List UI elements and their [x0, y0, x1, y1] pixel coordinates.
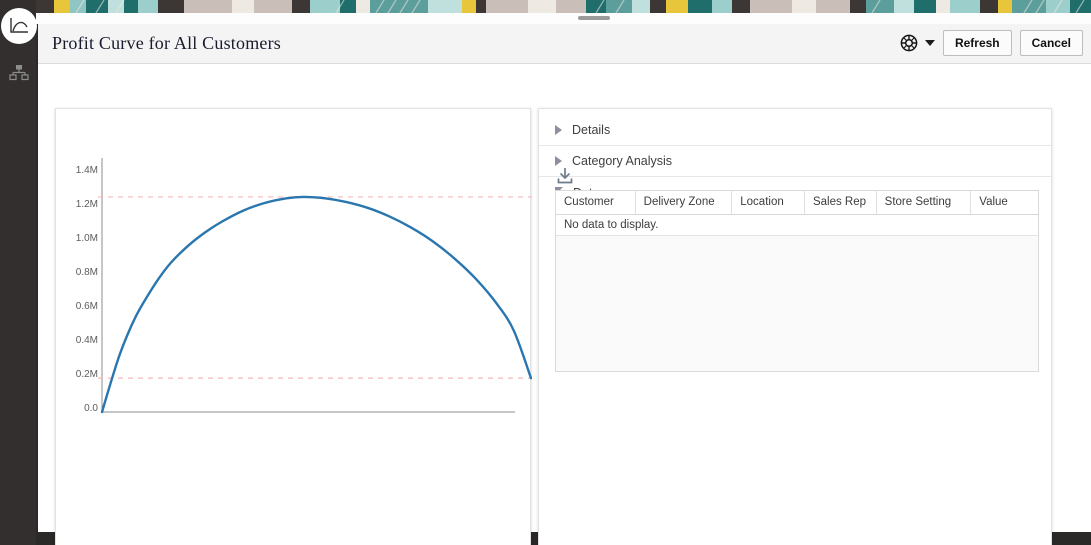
- column-header-delivery-zone[interactable]: Delivery Zone: [636, 191, 733, 214]
- header-actions: Refresh Cancel: [899, 30, 1083, 56]
- table-empty-message: No data to display.: [556, 215, 1038, 236]
- table-header-row: Customer Delivery Zone Location Sales Rep St…: [556, 191, 1038, 215]
- triangle-right-icon: [555, 125, 562, 135]
- profit-curve-logo-icon: [10, 18, 28, 33]
- chart-plot-area[interactable]: [56, 109, 532, 545]
- chart-card: 1.4M 1.2M 1.0M 0.8M 0.6M 0.4M 0.2M 0.0: [55, 108, 532, 545]
- cancel-button[interactable]: Cancel: [1019, 30, 1083, 56]
- export-row: [555, 166, 575, 186]
- refresh-button[interactable]: Refresh: [942, 30, 1012, 56]
- page-title: Profit Curve for All Customers: [52, 33, 281, 53]
- application-window: Profit Curve for All Customers Refresh C…: [0, 0, 1091, 545]
- column-header-value[interactable]: Value: [971, 191, 1038, 214]
- help-ring-icon[interactable]: [899, 33, 919, 53]
- panel-drag-handle[interactable]: [578, 16, 610, 20]
- banner-pattern: [36, 0, 1091, 13]
- accordion-label: Category Analysis: [572, 154, 673, 168]
- panel-content: 1.4M 1.2M 1.0M 0.8M 0.6M 0.4M 0.2M 0.0 D…: [38, 65, 1091, 545]
- hierarchy-icon: [9, 65, 29, 81]
- accordion-category-analysis[interactable]: Category Analysis: [539, 146, 1051, 177]
- download-icon[interactable]: [555, 166, 575, 186]
- details-card: Details Category Analysis Data: [538, 108, 1052, 545]
- accordion-label: Details: [572, 123, 611, 137]
- profit-curve-chart: 1.4M 1.2M 1.0M 0.8M 0.6M 0.4M 0.2M 0.0: [56, 109, 532, 545]
- main-panel: Profit Curve for All Customers Refresh C…: [38, 24, 1091, 545]
- left-nav-rail: [0, 0, 37, 545]
- column-header-location[interactable]: Location: [732, 191, 805, 214]
- triangle-right-icon: [555, 156, 562, 166]
- accordion-details[interactable]: Details: [539, 115, 1051, 146]
- chevron-down-icon[interactable]: [924, 40, 935, 46]
- decorative-banner: [36, 0, 1091, 13]
- app-logo[interactable]: [1, 8, 37, 44]
- banner-gap: [36, 13, 1091, 24]
- column-header-sales-rep[interactable]: Sales Rep: [805, 191, 877, 214]
- panel-header: Profit Curve for All Customers Refresh C…: [38, 24, 1091, 64]
- sidebar-item-hierarchy[interactable]: [8, 62, 30, 84]
- column-header-store-setting[interactable]: Store Setting: [877, 191, 972, 214]
- column-header-customer[interactable]: Customer: [556, 191, 636, 214]
- data-table: Customer Delivery Zone Location Sales Rep St…: [555, 190, 1039, 372]
